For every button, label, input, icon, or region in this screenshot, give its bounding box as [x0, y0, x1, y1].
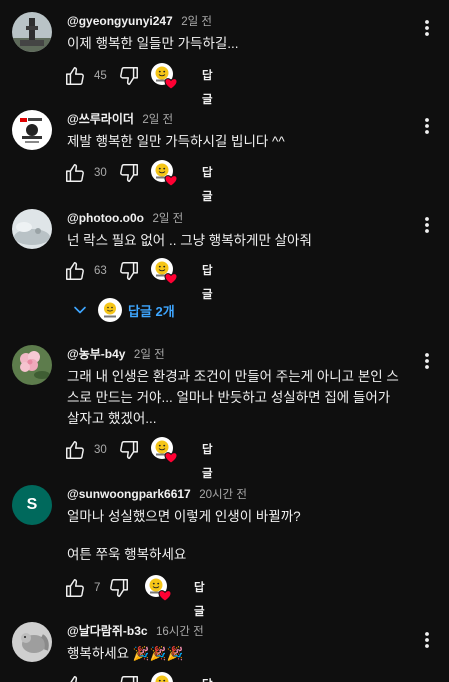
creator-heart-icon	[150, 159, 178, 187]
comment-text: 얼마나 성실했으면 이렇게 인생이 바뀔까? 여튼 쭈욱 행복하세요	[67, 506, 407, 565]
comment-text: 넌 락스 필요 없어 .. 그냥 행복하게만 살아줘	[67, 230, 407, 251]
comment-text: 제발 행복한 일만 가득하시길 빕니다 ^^	[67, 131, 407, 152]
author-name[interactable]: @sunwoongpark6617	[67, 487, 191, 501]
creator-avatar-icon	[98, 298, 122, 322]
squirrel-photo-avatar[interactable]	[12, 622, 52, 662]
reply-button[interactable]: 답글	[202, 259, 213, 301]
author-name[interactable]: @gyeongyunyi247	[67, 14, 173, 28]
action-menu-icon[interactable]	[419, 630, 435, 650]
comment-text-line: 그래 내 인생은 환경과 조건이 만들어 주는게 아니고 본인 스	[67, 369, 399, 384]
chevron-down-icon	[72, 302, 88, 318]
like-count: 30	[94, 444, 107, 456]
comment-thread: @gyeongyunyi247 2일 전 이제 행복한 일들만 가득하길... …	[0, 12, 449, 106]
comment-time[interactable]: 2일 전	[142, 114, 173, 126]
creator-heart-icon	[150, 257, 178, 285]
reply-button[interactable]: 답글	[202, 673, 213, 682]
thumb-down-icon	[118, 674, 140, 682]
creator-heart-icon	[150, 671, 178, 682]
replies-count: 답글 2개	[128, 303, 175, 319]
like-count: 63	[94, 265, 107, 277]
comment-header: @gyeongyunyi247 2일 전	[67, 12, 212, 30]
thumb-up-icon	[64, 439, 86, 461]
comment-text-line: 여튼 쭈욱 행복하세요	[67, 547, 187, 562]
comment-text: 행복하세요 🎉🎉🎉	[67, 643, 407, 664]
author-name[interactable]: @photoo.o0o	[67, 211, 144, 225]
comment-text-line: 넌 락스 필요 없어 .. 그냥 행복하게만 살아줘	[67, 233, 312, 248]
flower-avatar[interactable]	[12, 345, 52, 385]
comment-header: @photoo.o0o 2일 전	[67, 209, 183, 227]
action-menu-icon[interactable]	[419, 116, 435, 136]
like-count: 45	[94, 70, 107, 82]
thumb-up-icon	[64, 162, 86, 184]
comment-text-line	[67, 527, 407, 544]
thumb-up-icon	[64, 65, 86, 87]
thumb-down-icon	[118, 439, 140, 461]
creator-heart-icon	[150, 436, 178, 464]
comment-time[interactable]: 16시간 전	[156, 626, 204, 638]
comment-thread: @쓰루라이더 2일 전 제발 행복한 일만 가득하시길 빕니다 ^^ 30 답글	[0, 110, 449, 203]
comment-text: 이제 행복한 일들만 가득하길...	[67, 33, 407, 54]
dislike-button[interactable]	[118, 673, 140, 682]
thumb-down-icon	[118, 65, 140, 87]
reply-button[interactable]: 답글	[202, 161, 213, 203]
view-replies-button[interactable]: 답글 2개	[72, 295, 175, 325]
thumb-down-icon	[118, 260, 140, 282]
comment-text-line: 제발 행복한 일만 가득하시길 빕니다 ^^	[67, 134, 285, 149]
comment-time[interactable]: 2일 전	[181, 16, 212, 28]
thumb-up-icon	[64, 674, 86, 682]
comment-time[interactable]: 2일 전	[152, 213, 183, 225]
dislike-button[interactable]	[118, 64, 140, 88]
comment-text-line: 스로 만드는 거야... 얼마나 반듯하고 성실하면 집에 들어가	[67, 390, 391, 405]
action-menu-icon[interactable]	[419, 351, 435, 371]
action-menu-icon[interactable]	[419, 18, 435, 38]
dislike-button[interactable]	[118, 259, 140, 283]
like-button[interactable]	[64, 673, 86, 682]
like-button[interactable]: 30	[64, 161, 107, 185]
comment-thread: @농부-b4y 2일 전 그래 내 인생은 환경과 조건이 만들어 주는게 아니…	[0, 345, 449, 480]
comment-text-line: 행복하세요 🎉🎉🎉	[67, 646, 184, 661]
comment-header: @농부-b4y 2일 전	[67, 345, 165, 363]
author-name[interactable]: @쓰루라이더	[67, 112, 134, 126]
avatar-letter: S	[26, 496, 38, 513]
reply-button[interactable]: 답글	[202, 64, 213, 106]
dislike-button[interactable]	[118, 161, 140, 185]
author-name[interactable]: @농부-b4y	[67, 347, 125, 361]
comment-header: @sunwoongpark6617 20시간 전	[67, 485, 247, 503]
comment-text-line: 얼마나 성실했으면 이렇게 인생이 바뀔까?	[67, 509, 301, 524]
thumb-up-icon	[64, 577, 86, 599]
comment-thread: @photoo.o0o 2일 전 넌 락스 필요 없어 .. 그냥 행복하게만 …	[0, 209, 449, 319]
letter-avatar[interactable]: S	[12, 485, 52, 525]
action-menu-icon[interactable]	[419, 215, 435, 235]
dislike-button[interactable]	[108, 576, 130, 600]
comment-thread: @날다람쥐-b3c 16시간 전 행복하세요 🎉🎉🎉 답글	[0, 622, 449, 682]
comment-header: @날다람쥐-b3c 16시간 전	[67, 622, 204, 640]
like-button[interactable]: 45	[64, 64, 107, 88]
comment-text: 그래 내 인생은 환경과 조건이 만들어 주는게 아니고 본인 스 스로 만드는…	[67, 366, 407, 429]
like-button[interactable]: 63	[64, 259, 107, 283]
creator-heart-icon	[150, 62, 178, 90]
like-button[interactable]: 7	[64, 576, 100, 600]
comment-header: @쓰루라이더 2일 전	[67, 110, 173, 128]
creator-heart-icon	[144, 574, 172, 602]
dislike-button[interactable]	[118, 438, 140, 462]
comment-time[interactable]: 2일 전	[134, 349, 165, 361]
like-button[interactable]: 30	[64, 438, 107, 462]
comment-time[interactable]: 20시간 전	[199, 489, 247, 501]
like-count: 7	[94, 582, 101, 594]
comment-text-line: 살자고 했겠어...	[67, 411, 157, 426]
city-tower-avatar[interactable]	[12, 12, 52, 52]
thumb-down-icon	[108, 577, 130, 599]
reply-button[interactable]: 답글	[194, 576, 205, 618]
misty-photo-avatar[interactable]	[12, 209, 52, 249]
rider-logo-avatar[interactable]	[12, 110, 52, 150]
like-count: 30	[94, 167, 107, 179]
comment-text-line: 이제 행복한 일들만 가득하길...	[67, 36, 239, 51]
reply-button[interactable]: 답글	[202, 438, 213, 480]
thumb-up-icon	[64, 260, 86, 282]
author-name[interactable]: @날다람쥐-b3c	[67, 624, 148, 638]
thumb-down-icon	[118, 162, 140, 184]
comment-thread: S @sunwoongpark6617 20시간 전 얼마나 성실했으면 이렇게…	[0, 485, 449, 618]
